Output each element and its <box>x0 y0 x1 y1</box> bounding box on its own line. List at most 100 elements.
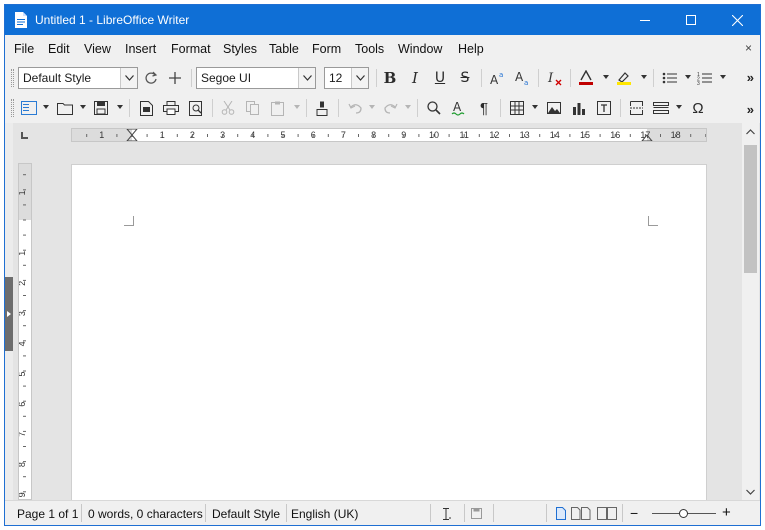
close-window-button[interactable] <box>714 5 760 35</box>
maximize-button[interactable] <box>668 5 714 35</box>
book-view-icon[interactable] <box>597 507 617 520</box>
clone-formatting-icon[interactable] <box>312 98 332 118</box>
save-icon[interactable] <box>91 98 111 118</box>
toolbar-overflow-button[interactable]: » <box>747 70 754 85</box>
menu-format[interactable]: Format <box>171 42 211 56</box>
undo-icon[interactable] <box>345 98 365 118</box>
underline-icon[interactable]: U <box>430 68 450 88</box>
zoom-slider-handle[interactable] <box>679 509 688 518</box>
bullet-list-icon[interactable] <box>660 68 680 88</box>
font-size-select[interactable]: 12 <box>324 67 369 89</box>
save-dropdown[interactable] <box>117 105 123 109</box>
insert-table-dropdown[interactable] <box>532 105 538 109</box>
toolbar-grip[interactable] <box>11 99 14 117</box>
menu-tools[interactable]: Tools <box>355 42 384 56</box>
paragraph-style-select[interactable]: Default Style <box>18 67 138 89</box>
bold-icon[interactable]: B <box>380 68 400 88</box>
menu-view[interactable]: View <box>84 42 111 56</box>
scroll-up-icon[interactable] <box>746 129 755 135</box>
page-style-status[interactable]: Default Style <box>212 507 280 521</box>
menu-insert[interactable]: Insert <box>125 42 156 56</box>
sidebar-collapse-handle[interactable] <box>5 277 13 351</box>
document-modified-icon[interactable] <box>471 508 482 519</box>
zoom-out-button[interactable]: − <box>630 505 638 521</box>
insert-chart-icon[interactable] <box>569 98 589 118</box>
special-character-icon[interactable]: Ω <box>688 98 708 118</box>
menu-form[interactable]: Form <box>312 42 341 56</box>
menu-window[interactable]: Window <box>398 42 442 56</box>
vertical-ruler-marks: 1 1 2 3 4 5 6 7 8 9 <box>19 174 27 497</box>
sidebar-dropdown[interactable] <box>43 105 49 109</box>
vertical-ruler[interactable]: 1 1 2 3 4 5 6 7 8 9 <box>18 163 32 500</box>
scroll-down-icon[interactable] <box>746 489 755 495</box>
cut-icon[interactable] <box>218 98 238 118</box>
insert-page-break-icon[interactable] <box>626 98 646 118</box>
ruler-label: 1 <box>19 251 27 256</box>
numbered-list-icon[interactable]: 123 <box>695 68 715 88</box>
ruler-label: 5 <box>19 371 27 376</box>
redo-icon[interactable] <box>381 98 401 118</box>
menu-styles[interactable]: Styles <box>223 42 257 56</box>
print-preview-icon[interactable] <box>186 98 206 118</box>
word-count-status[interactable]: 0 words, 0 characters <box>88 507 203 521</box>
status-separator <box>81 504 82 522</box>
multi-page-view-icon[interactable] <box>571 507 591 520</box>
font-name-select[interactable]: Segoe UI <box>196 67 316 89</box>
bullet-list-dropdown[interactable] <box>685 75 691 79</box>
italic-icon[interactable]: I <box>405 68 425 88</box>
insert-field-dropdown[interactable] <box>676 105 682 109</box>
menu-file[interactable]: File <box>14 42 34 56</box>
insert-field-icon[interactable] <box>651 98 671 118</box>
paste-dropdown[interactable] <box>294 105 300 109</box>
minimize-button[interactable] <box>622 5 668 35</box>
font-color-dropdown[interactable] <box>603 75 609 79</box>
toolbar-grip[interactable] <box>11 69 14 87</box>
font-color-icon[interactable] <box>576 68 596 88</box>
chevron-down-icon[interactable] <box>120 68 137 88</box>
zoom-in-button[interactable]: + <box>722 504 731 521</box>
strikethrough-icon[interactable]: S <box>455 68 475 88</box>
insert-textbox-icon[interactable] <box>594 98 614 118</box>
svg-text:a: a <box>524 79 528 86</box>
chevron-down-icon[interactable] <box>351 68 368 88</box>
formatting-marks-icon[interactable]: ¶ <box>474 98 494 118</box>
language-status[interactable]: English (UK) <box>291 507 358 521</box>
toolbar-separator <box>306 99 307 117</box>
horizontal-ruler[interactable]: 1123456789101112131415161718 <box>71 128 707 142</box>
page-number-status[interactable]: Page 1 of 1 <box>17 507 78 521</box>
subscript-icon[interactable]: Aa <box>513 68 533 88</box>
clear-formatting-icon[interactable]: I <box>545 68 565 88</box>
new-style-icon[interactable] <box>165 68 185 88</box>
vertical-scrollbar[interactable] <box>742 123 759 500</box>
print-icon[interactable] <box>161 98 181 118</box>
spelling-icon[interactable]: A <box>449 98 469 118</box>
highlight-icon[interactable] <box>614 68 634 88</box>
superscript-icon[interactable]: Aa <box>488 68 508 88</box>
single-page-view-icon[interactable] <box>556 507 566 520</box>
find-replace-icon[interactable] <box>424 98 444 118</box>
highlight-dropdown[interactable] <box>641 75 647 79</box>
redo-dropdown[interactable] <box>405 105 411 109</box>
copy-icon[interactable] <box>243 98 263 118</box>
scrollbar-thumb[interactable] <box>744 145 757 273</box>
undo-dropdown[interactable] <box>369 105 375 109</box>
open-icon[interactable] <box>55 98 75 118</box>
tab-type-selector[interactable] <box>21 132 28 139</box>
export-pdf-icon[interactable] <box>136 98 156 118</box>
menu-table[interactable]: Table <box>269 42 299 56</box>
sidebar-icon[interactable] <box>19 98 39 118</box>
paste-icon[interactable] <box>268 98 288 118</box>
title-bar[interactable]: Untitled 1 - LibreOffice Writer <box>5 5 760 35</box>
open-dropdown[interactable] <box>80 105 86 109</box>
toolbar-overflow-button[interactable]: » <box>747 102 754 117</box>
numbered-list-dropdown[interactable] <box>720 75 726 79</box>
update-style-icon[interactable] <box>141 68 161 88</box>
chevron-down-icon[interactable] <box>298 68 315 88</box>
insert-image-icon[interactable] <box>544 98 564 118</box>
menu-help[interactable]: Help <box>458 42 484 56</box>
menu-edit[interactable]: Edit <box>48 42 70 56</box>
insert-table-icon[interactable] <box>507 98 527 118</box>
insert-mode-icon[interactable] <box>441 508 451 520</box>
document-page[interactable] <box>71 164 707 504</box>
close-document-button[interactable]: × <box>745 41 752 55</box>
